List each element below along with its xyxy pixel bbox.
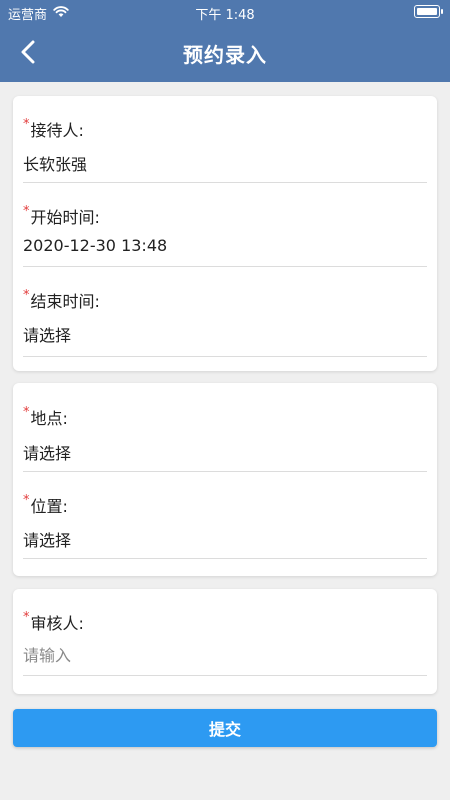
card-time-info: *接待人: 长软张强 *开始时间: 2020-12-30 13:48 *结束时间… xyxy=(13,96,437,371)
start-time-label: *开始时间: xyxy=(23,204,100,227)
location-picker[interactable]: 请选择 xyxy=(23,440,71,464)
position-picker[interactable]: 请选择 xyxy=(23,527,71,551)
field-receptionist: *接待人: 长软张强 xyxy=(23,96,427,184)
page-title: 预约录入 xyxy=(183,43,267,67)
card-place-info: *地点: 请选择 *位置: 请选择 xyxy=(13,383,437,576)
start-time-value[interactable]: 2020-12-30 13:48 xyxy=(23,236,167,255)
required-mark: * xyxy=(23,405,30,420)
field-position: *位置: 请选择 xyxy=(23,473,427,561)
field-start-time: *开始时间: 2020-12-30 13:48 xyxy=(23,184,427,268)
status-bar: 运营商 下午 1:48 xyxy=(0,0,450,24)
field-end-time: *结束时间: 请选择 xyxy=(23,268,427,358)
end-time-picker[interactable]: 请选择 xyxy=(23,322,71,346)
required-mark: * xyxy=(23,204,30,219)
divider xyxy=(23,266,427,267)
field-location: *地点: 请选择 xyxy=(23,383,427,473)
battery-level xyxy=(417,8,437,15)
receptionist-value[interactable]: 长软张强 xyxy=(23,151,87,175)
required-mark: * xyxy=(23,493,30,508)
required-mark: * xyxy=(23,610,30,625)
nav-bar: 预约录入 xyxy=(0,24,450,82)
location-label: *地点: xyxy=(23,405,68,428)
status-time: 下午 1:48 xyxy=(195,8,255,23)
required-mark: * xyxy=(23,288,30,303)
field-reviewer: *审核人: xyxy=(23,589,427,694)
divider xyxy=(23,356,427,357)
battery-icon xyxy=(414,5,443,18)
reviewer-label: *审核人: xyxy=(23,610,84,633)
divider xyxy=(23,675,427,676)
card-reviewer: *审核人: xyxy=(13,589,437,694)
app: 运营商 下午 1:48 预约录入 *接待人: 长软张强 *开始时间: 2020-… xyxy=(0,0,450,800)
header: 运营商 下午 1:48 预约录入 xyxy=(0,0,450,82)
required-mark: * xyxy=(23,117,30,132)
receptionist-label: *接待人: xyxy=(23,117,84,140)
reviewer-input[interactable] xyxy=(23,641,427,669)
divider xyxy=(23,182,427,183)
end-time-label: *结束时间: xyxy=(23,288,100,311)
submit-button[interactable]: 提交 xyxy=(13,709,437,747)
divider xyxy=(23,558,427,559)
position-label: *位置: xyxy=(23,493,68,516)
divider xyxy=(23,471,427,472)
